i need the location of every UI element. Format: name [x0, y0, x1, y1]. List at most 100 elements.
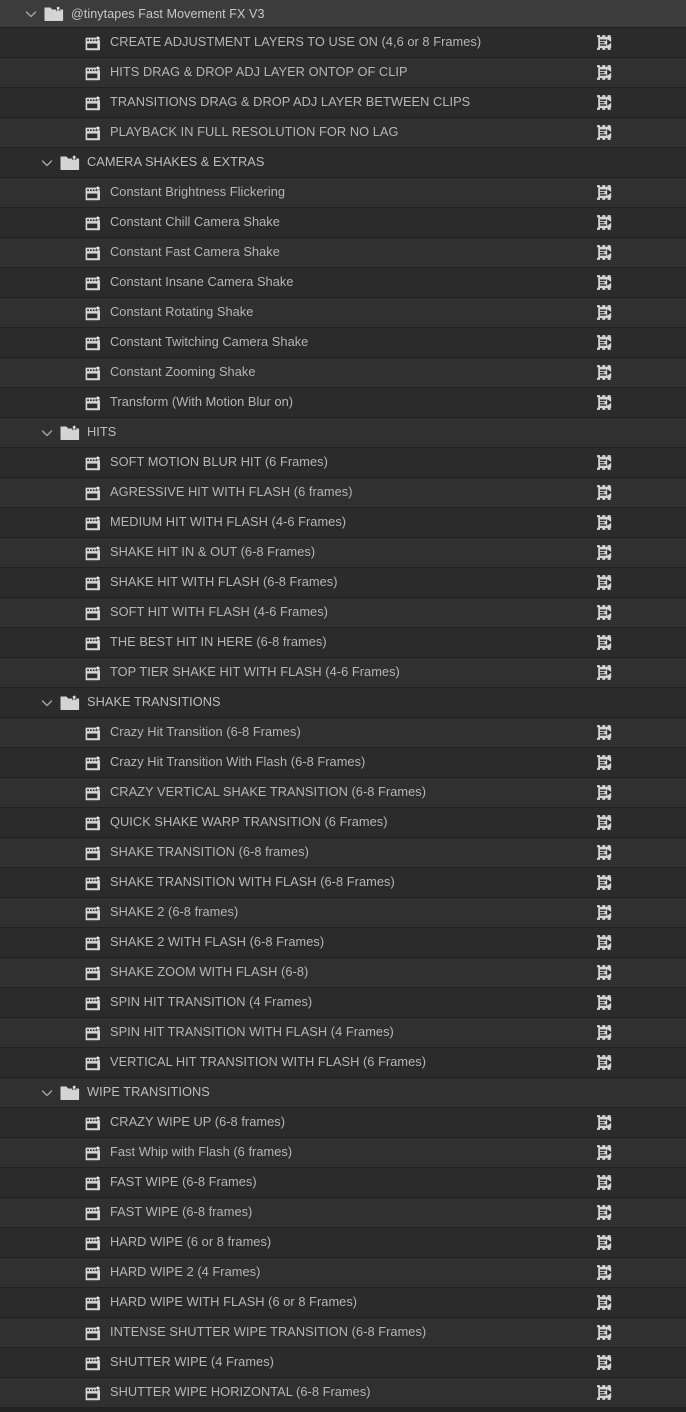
clip-row[interactable]: Crazy Hit Transition (6-8 Frames) [0, 718, 686, 748]
sequence-icon[interactable] [597, 514, 614, 531]
sequence-icon[interactable] [597, 184, 614, 201]
clip-row[interactable]: Constant Rotating Shake [0, 298, 686, 328]
clip-row[interactable]: SHUTTER WIPE (4 Frames) [0, 1348, 686, 1378]
sequence-icon[interactable] [597, 1264, 614, 1281]
sequence-icon[interactable] [597, 1234, 614, 1251]
clip-row[interactable]: Constant Brightness Flickering [0, 178, 686, 208]
clip-row[interactable]: CREATE ADJUSTMENT LAYERS TO USE ON (4,6 … [0, 28, 686, 58]
clip-row[interactable]: HITS DRAG & DROP ADJ LAYER ONTOP OF CLIP [0, 58, 686, 88]
clip-row[interactable]: SHAKE HIT IN & OUT (6-8 Frames) [0, 538, 686, 568]
sequence-icon[interactable] [597, 124, 614, 141]
sequence-icon[interactable] [597, 724, 614, 741]
sequence-icon[interactable] [597, 334, 614, 351]
chevron-down-icon[interactable] [22, 5, 40, 23]
clip-row[interactable]: FAST WIPE (6-8 frames) [0, 1198, 686, 1228]
sequence-icon[interactable] [597, 964, 614, 981]
bin-row[interactable]: HITS [0, 418, 686, 448]
clip-row[interactable]: HARD WIPE WITH FLASH (6 or 8 Frames) [0, 1288, 686, 1318]
sequence-icon[interactable] [597, 604, 614, 621]
sequence-icon[interactable] [597, 544, 614, 561]
bin-row[interactable]: CAMERA SHAKES & EXTRAS [0, 148, 686, 178]
sequence-icon[interactable] [597, 1174, 614, 1191]
sequence-icon[interactable] [597, 214, 614, 231]
clip-row[interactable]: SHAKE TRANSITION WITH FLASH (6-8 Frames) [0, 868, 686, 898]
bin-row[interactable]: SHAKE TRANSITIONS [0, 688, 686, 718]
chevron-down-icon[interactable] [38, 694, 56, 712]
clip-row[interactable]: HARD WIPE 2 (4 Frames) [0, 1258, 686, 1288]
clip-row[interactable]: Constant Chill Camera Shake [0, 208, 686, 238]
clip-film-star-icon [85, 1113, 103, 1131]
clip-film-star-icon [85, 453, 103, 471]
sequence-icon[interactable] [597, 754, 614, 771]
clip-row[interactable]: PLAYBACK IN FULL RESOLUTION FOR NO LAG [0, 118, 686, 148]
sequence-icon[interactable] [597, 304, 614, 321]
sequence-icon[interactable] [597, 784, 614, 801]
project-item-list[interactable]: @tinytapes Fast Movement FX V3 CREATE ADJ… [0, 0, 686, 1408]
sequence-icon[interactable] [597, 1204, 614, 1221]
sequence-icon[interactable] [597, 874, 614, 891]
sequence-icon[interactable] [597, 664, 614, 681]
sequence-icon[interactable] [597, 904, 614, 921]
sequence-icon[interactable] [597, 1024, 614, 1041]
sequence-icon[interactable] [597, 634, 614, 651]
sequence-icon[interactable] [597, 364, 614, 381]
sequence-icon[interactable] [597, 394, 614, 411]
clip-row[interactable]: Constant Insane Camera Shake [0, 268, 686, 298]
clip-row[interactable]: FAST WIPE (6-8 Frames) [0, 1168, 686, 1198]
item-label: AGRESSIVE HIT WITH FLASH (6 frames) [110, 484, 353, 500]
clip-row[interactable]: Crazy Hit Transition With Flash (6-8 Fra… [0, 748, 686, 778]
sequence-icon[interactable] [597, 454, 614, 471]
clip-row[interactable]: SHUTTER WIPE HORIZONTAL (6-8 Frames) [0, 1378, 686, 1408]
clip-row[interactable]: SHAKE TRANSITION (6-8 frames) [0, 838, 686, 868]
clip-row[interactable]: SPIN HIT TRANSITION WITH FLASH (4 Frames… [0, 1018, 686, 1048]
clip-row[interactable]: SHAKE 2 (6-8 frames) [0, 898, 686, 928]
sequence-icon[interactable] [597, 1324, 614, 1341]
clip-row[interactable]: TRANSITIONS DRAG & DROP ADJ LAYER BETWEE… [0, 88, 686, 118]
sequence-icon[interactable] [597, 244, 614, 261]
clip-row[interactable]: THE BEST HIT IN HERE (6-8 frames) [0, 628, 686, 658]
sequence-icon[interactable] [597, 1294, 614, 1311]
sequence-icon[interactable] [597, 274, 614, 291]
sequence-icon[interactable] [597, 1354, 614, 1371]
clip-row[interactable]: QUICK SHAKE WARP TRANSITION (6 Frames) [0, 808, 686, 838]
clip-row[interactable]: SOFT HIT WITH FLASH (4-6 Frames) [0, 598, 686, 628]
clip-row[interactable]: TOP TIER SHAKE HIT WITH FLASH (4-6 Frame… [0, 658, 686, 688]
sequence-icon[interactable] [597, 814, 614, 831]
chevron-down-icon[interactable] [38, 424, 56, 442]
sequence-icon[interactable] [597, 934, 614, 951]
sequence-icon[interactable] [597, 94, 614, 111]
clip-row[interactable]: Constant Twitching Camera Shake [0, 328, 686, 358]
sequence-icon[interactable] [597, 994, 614, 1011]
chevron-down-icon[interactable] [38, 154, 56, 172]
clip-row[interactable]: SHAKE ZOOM WITH FLASH (6-8) [0, 958, 686, 988]
sequence-icon[interactable] [597, 34, 614, 51]
clip-row[interactable]: SPIN HIT TRANSITION (4 Frames) [0, 988, 686, 1018]
clip-row[interactable]: MEDIUM HIT WITH FLASH (4-6 Frames) [0, 508, 686, 538]
clip-row[interactable]: INTENSE SHUTTER WIPE TRANSITION (6-8 Fra… [0, 1318, 686, 1348]
clip-row[interactable]: CRAZY VERTICAL SHAKE TRANSITION (6-8 Fra… [0, 778, 686, 808]
clip-row[interactable]: CRAZY WIPE UP (6-8 frames) [0, 1108, 686, 1138]
clip-row[interactable]: SHAKE 2 WITH FLASH (6-8 Frames) [0, 928, 686, 958]
clip-row[interactable]: Fast Whip with Flash (6 frames) [0, 1138, 686, 1168]
sequence-icon[interactable] [597, 844, 614, 861]
clip-row[interactable]: SHAKE HIT WITH FLASH (6-8 Frames) [0, 568, 686, 598]
clip-row[interactable]: Transform (With Motion Blur on) [0, 388, 686, 418]
sequence-icon[interactable] [597, 1144, 614, 1161]
project-root-header[interactable]: @tinytapes Fast Movement FX V3 [0, 0, 686, 28]
clip-row[interactable]: SOFT MOTION BLUR HIT (6 Frames) [0, 448, 686, 478]
clip-row[interactable]: HARD WIPE (6 or 8 frames) [0, 1228, 686, 1258]
clip-row[interactable]: AGRESSIVE HIT WITH FLASH (6 frames) [0, 478, 686, 508]
sequence-icon[interactable] [597, 484, 614, 501]
chevron-down-icon[interactable] [38, 1084, 56, 1102]
sequence-icon[interactable] [597, 574, 614, 591]
sequence-icon[interactable] [597, 1384, 614, 1401]
clip-row[interactable]: Constant Zooming Shake [0, 358, 686, 388]
sequence-icon[interactable] [597, 64, 614, 81]
item-label: Crazy Hit Transition (6-8 Frames) [110, 724, 301, 740]
clip-row[interactable]: VERTICAL HIT TRANSITION WITH FLASH (6 Fr… [0, 1048, 686, 1078]
item-label: SHAKE TRANSITIONS [87, 694, 221, 710]
sequence-icon[interactable] [597, 1114, 614, 1131]
sequence-icon[interactable] [597, 1054, 614, 1071]
clip-row[interactable]: Constant Fast Camera Shake [0, 238, 686, 268]
bin-row[interactable]: WIPE TRANSITIONS [0, 1078, 686, 1108]
